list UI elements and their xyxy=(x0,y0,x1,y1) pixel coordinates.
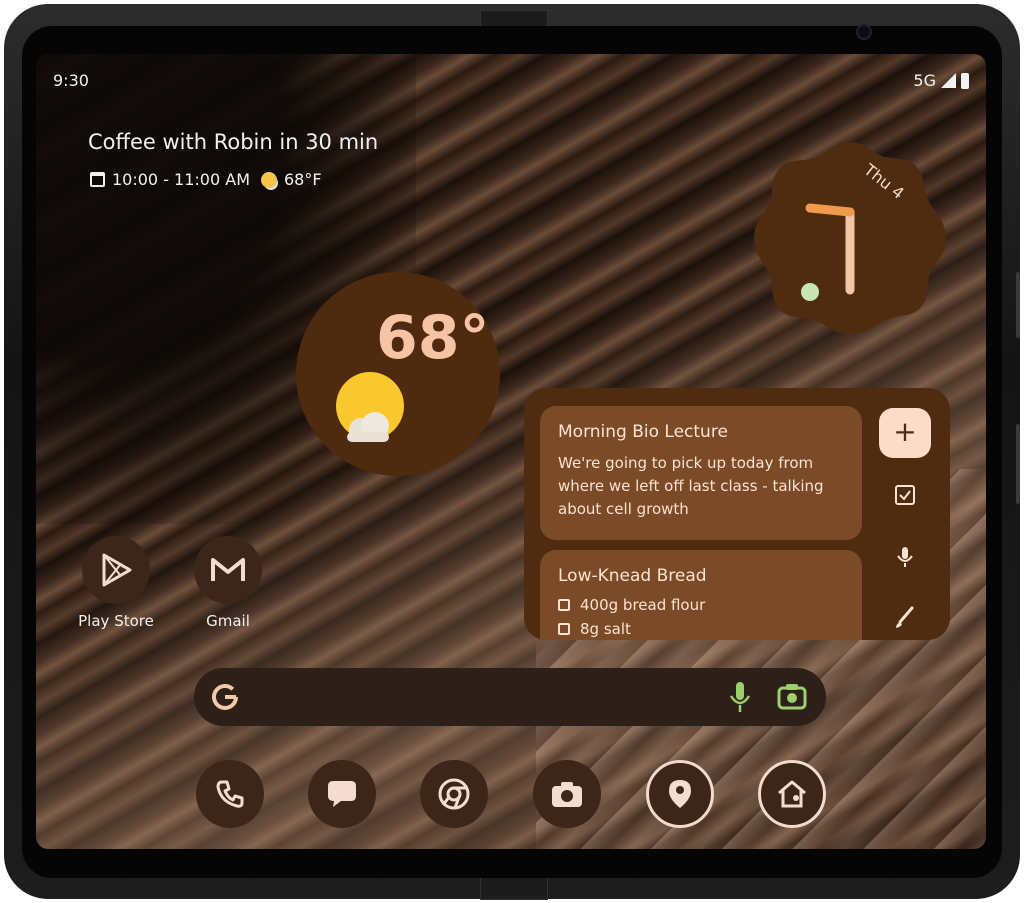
power-button xyxy=(1016,272,1020,338)
camera-icon[interactable] xyxy=(533,760,601,828)
network-label: 5G xyxy=(913,71,936,90)
gmail-icon xyxy=(194,536,262,604)
battery-icon xyxy=(961,72,969,89)
google-logo-icon xyxy=(212,683,238,710)
cloud-icon xyxy=(347,412,389,442)
camera-lens-icon[interactable] xyxy=(776,682,808,712)
home-icon[interactable] xyxy=(758,760,826,828)
weather-icon xyxy=(261,171,277,188)
note-title: Low-Knead Bread xyxy=(558,566,707,586)
event-time-range: 10:00 - 11:00 AM xyxy=(112,170,250,189)
chrome-icon[interactable] xyxy=(420,760,488,828)
note-card[interactable]: Morning Bio Lecture We're going to pick … xyxy=(540,406,862,540)
checklist-item[interactable]: 400g bread flour xyxy=(558,596,844,614)
checklist-item[interactable]: 8g salt xyxy=(558,620,844,638)
note-card[interactable]: Low-Knead Bread 400g bread flour 8g salt xyxy=(540,550,862,640)
checkbox-icon[interactable] xyxy=(558,623,570,635)
volume-button xyxy=(1016,424,1020,504)
phone-icon[interactable] xyxy=(196,760,264,828)
voice-search-icon[interactable] xyxy=(726,680,754,714)
checklist-item-text: 8g salt xyxy=(580,620,631,638)
front-camera xyxy=(856,24,872,40)
app-label: Play Store xyxy=(78,612,154,630)
voice-note-button[interactable] xyxy=(892,544,918,570)
status-time: 9:30 xyxy=(53,71,89,90)
drawing-note-button[interactable] xyxy=(892,604,918,630)
app-label: Gmail xyxy=(206,612,250,630)
clock-widget[interactable] xyxy=(752,140,948,336)
at-a-glance-title[interactable]: Coffee with Robin in 30 min xyxy=(88,130,378,154)
note-body: We're going to pick up today from where … xyxy=(558,454,824,518)
add-note-button[interactable]: + xyxy=(879,408,931,458)
messages-icon[interactable] xyxy=(308,760,376,828)
google-search-bar[interactable] xyxy=(194,668,826,726)
clock-minute-hand xyxy=(805,203,855,217)
maps-icon[interactable] xyxy=(646,760,714,828)
at-a-glance-details[interactable]: 10:00 - 11:00 AM 68°F xyxy=(90,170,322,189)
clock-seconds-dot xyxy=(801,283,819,301)
calendar-icon xyxy=(90,172,105,187)
new-list-button[interactable] xyxy=(892,482,918,508)
app-play-store[interactable]: Play Store xyxy=(68,536,164,630)
signal-icon xyxy=(941,73,956,88)
weather-temperature: 68° xyxy=(376,303,490,373)
play-store-icon xyxy=(82,536,150,604)
checkbox-icon[interactable] xyxy=(558,599,570,611)
app-gmail[interactable]: Gmail xyxy=(180,536,276,630)
keep-notes-widget: Morning Bio Lecture We're going to pick … xyxy=(524,388,950,640)
checklist-item-text: 400g bread flour xyxy=(580,596,706,614)
glance-temperature: 68°F xyxy=(284,170,322,189)
status-icons: 5G xyxy=(913,71,969,90)
note-title: Morning Bio Lecture xyxy=(558,422,728,442)
home-screen: 9:30 5G Coffee with Robin in 30 min 10:0… xyxy=(36,54,986,849)
